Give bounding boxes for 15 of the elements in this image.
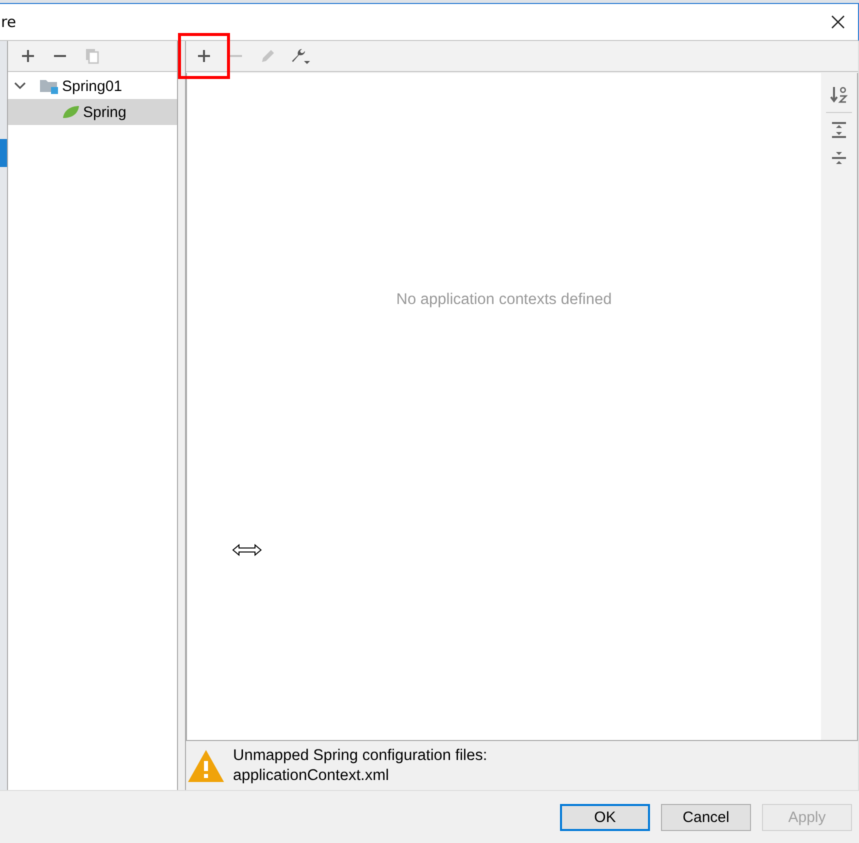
empty-message: No application contexts defined [396,291,612,309]
resize-cursor-icon [232,543,262,557]
file-name: applicationContext.xml [233,766,390,786]
warning-icon [187,748,225,782]
close-icon [831,15,845,29]
warning-text: Unmapped Spring configuration files: [233,746,488,766]
tree-item[interactable]: Spring01 [8,73,177,99]
dialog-button[interactable]: OK [560,804,650,830]
window-title: re [0,13,16,31]
leaf-icon [62,105,80,119]
tree-item[interactable]: Spring [8,99,177,125]
add-icon[interactable] [178,33,230,79]
dialog-button[interactable]: Cancel [661,804,751,830]
folder-icon [39,78,59,94]
chevron-icon[interactable] [14,82,26,90]
